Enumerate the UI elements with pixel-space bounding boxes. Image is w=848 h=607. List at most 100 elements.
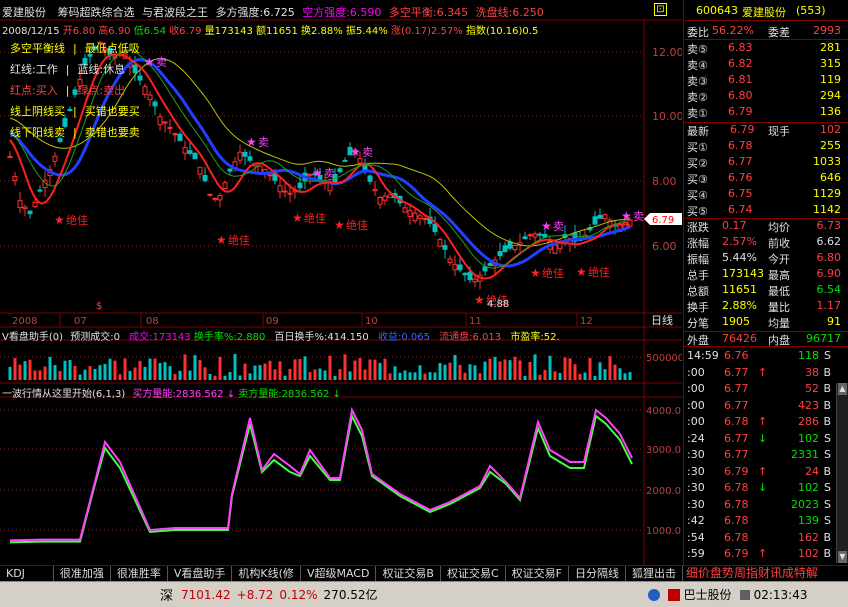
- indicator-tab[interactable]: KDJ: [0, 566, 54, 581]
- buy-order-row[interactable]: 买② 6.77 1033: [684, 155, 848, 171]
- volume-bar: [43, 366, 47, 380]
- period-label[interactable]: 日线: [651, 313, 673, 327]
- volume-bar: [533, 354, 537, 380]
- weicha-value: 2993: [813, 24, 841, 37]
- status-bar: 深 7101.42 +8.72 0.12% 270.52亿 巴士股份 02:13…: [0, 581, 848, 607]
- volume-bar: [183, 354, 187, 380]
- volume-bar: [123, 358, 127, 380]
- candle-body: [597, 214, 603, 219]
- candle-body: [382, 195, 388, 201]
- volume-bar: [88, 366, 92, 380]
- volume-bar: [33, 370, 37, 380]
- volume-bar: [478, 373, 482, 380]
- tabs-container: KDJ 很准加强 很准胜率 V看盘助手 机构K线(修 V超级MACD 权证交易B 权证交易C 权…: [0, 566, 683, 581]
- volume-bar: [573, 364, 577, 380]
- indicator-tab[interactable]: 权证交易C: [441, 566, 506, 581]
- indicator-tab[interactable]: 很准胜率: [111, 566, 168, 581]
- profit-value: 收益:0.065: [377, 332, 430, 343]
- stats-row: 分笔 1905 均量 91: [687, 315, 841, 330]
- network-icon: [739, 589, 750, 600]
- chart-mark: $: [96, 301, 102, 312]
- tick-row: :30 6.78 ↓ 102 S: [687, 481, 831, 494]
- volume-bar: [248, 373, 252, 380]
- alert-icon[interactable]: [667, 588, 680, 601]
- volume-bar: [523, 375, 527, 380]
- indicator-axis-label: 1000.0: [646, 526, 681, 537]
- indicator-tab[interactable]: 狐狸出击: [626, 566, 683, 581]
- wash-value: 洗盘线:6.250: [475, 6, 544, 19]
- candle-body: [277, 185, 283, 193]
- candle-body: [197, 166, 203, 175]
- latest-label: 最新: [687, 125, 709, 138]
- volume-bar: [238, 375, 242, 380]
- sell-energy: 卖方量能:2836.562: [238, 389, 330, 400]
- candle-body: [552, 244, 558, 254]
- tick-scrollbar[interactable]: ▲ ▼: [836, 383, 848, 563]
- status-stock[interactable]: 巴士股份: [684, 586, 732, 603]
- volume-bar: [198, 360, 202, 380]
- candle-body: [132, 64, 138, 74]
- indicator-tab[interactable]: 日分隔线: [569, 566, 626, 581]
- candle-body: [452, 263, 458, 271]
- volume-bar: [568, 358, 572, 380]
- volume-bar: [543, 369, 547, 380]
- scroll-up-icon[interactable]: ▲: [838, 383, 847, 395]
- candle-body: [502, 245, 508, 253]
- star-icon: ★: [474, 293, 485, 307]
- volume-bar: [383, 358, 387, 380]
- chart-area[interactable]: ★ 卖 ★ 卖 ★ 卖 ★ 卖 ★ 卖 ★ 卖 ★ 绝佳 ★ 绝佳 ★ 绝佳 ★ 绝佳 ★ 绝佳 ★ 绝佳 ★ 绝佳 6.79 1…: [0, 0, 684, 565]
- buy-order-row[interactable]: 买① 6.78 255: [684, 139, 848, 155]
- buy-order-row[interactable]: 买④ 6.75 1129: [684, 187, 848, 203]
- volume-bar: [168, 366, 172, 380]
- volume-bar: [23, 361, 27, 380]
- sell-order-row[interactable]: 卖③ 6.81 119: [684, 73, 848, 89]
- sell-order-row[interactable]: 卖⑤ 6.83 281: [684, 41, 848, 57]
- quote-low: 低6.54: [133, 26, 166, 37]
- sell-signal-label: 卖: [553, 220, 564, 233]
- indicator-tab[interactable]: 机构K线(修: [232, 566, 301, 581]
- indicator-tab[interactable]: 很准加强: [54, 566, 111, 581]
- price-tag: 6.79: [652, 215, 674, 226]
- buy-order-row[interactable]: 买⑤ 6.74 1142: [684, 203, 848, 219]
- indicator-tab[interactable]: 权证交易F: [506, 566, 569, 581]
- buy-order-row[interactable]: 买③ 6.76 646: [684, 171, 848, 187]
- volume-bar: [8, 366, 12, 380]
- globe-icon[interactable]: [647, 588, 660, 601]
- volume-bar: [413, 372, 417, 380]
- volume-indicator-name[interactable]: V看盘助手(0): [2, 332, 63, 343]
- sell-signal-label: 卖: [362, 146, 373, 159]
- formula-name[interactable]: 筹码超跌综合选: [58, 6, 135, 19]
- sell-order-row[interactable]: 卖① 6.79 136: [684, 105, 848, 121]
- volume-bar: [273, 369, 277, 380]
- indicator-tab[interactable]: 权证交易B: [376, 566, 441, 581]
- indicator-tab[interactable]: V超级MACD: [301, 566, 377, 581]
- volume-bar: [118, 374, 122, 380]
- restore-icon[interactable]: ⊡: [654, 3, 667, 16]
- volume-bar: [128, 370, 132, 380]
- candle-body: [507, 241, 513, 249]
- tick-row: 14:59 6.76 118 S: [687, 349, 831, 362]
- candle-body: [167, 126, 173, 129]
- sell-order-row[interactable]: 卖② 6.80 294: [684, 89, 848, 105]
- volume-bar: [78, 374, 82, 380]
- tick-row: :00 6.77 52 B: [687, 382, 831, 395]
- month-label: 07: [74, 316, 87, 327]
- scroll-down-icon[interactable]: ▼: [838, 551, 847, 563]
- volume-bar: [218, 356, 222, 380]
- quote-change: 涨(0.17)2.57%: [390, 26, 463, 37]
- sell-order-row[interactable]: 卖④ 6.82 315: [684, 57, 848, 73]
- volume-bar: [28, 359, 32, 380]
- indicator-name[interactable]: 一波行情从这里开始(6,1,3): [2, 389, 125, 400]
- candle-body: [487, 263, 493, 266]
- volume-bar: [538, 374, 542, 380]
- hundred-day-turnover: 百日换手%:414.150: [274, 332, 369, 343]
- tick-row: :30 6.79 ↑ 24 B: [687, 464, 831, 478]
- volume-bar: [153, 358, 157, 380]
- candle-body: [512, 244, 518, 251]
- volume-bar: [228, 371, 232, 380]
- volume-bar: [348, 371, 352, 380]
- volume-bar: [508, 360, 512, 380]
- indicator-tab[interactable]: V看盘助手: [168, 566, 233, 581]
- right-tabs[interactable]: 细价盘势周指财讯成特解: [683, 566, 818, 581]
- volume-bar: [518, 360, 522, 380]
